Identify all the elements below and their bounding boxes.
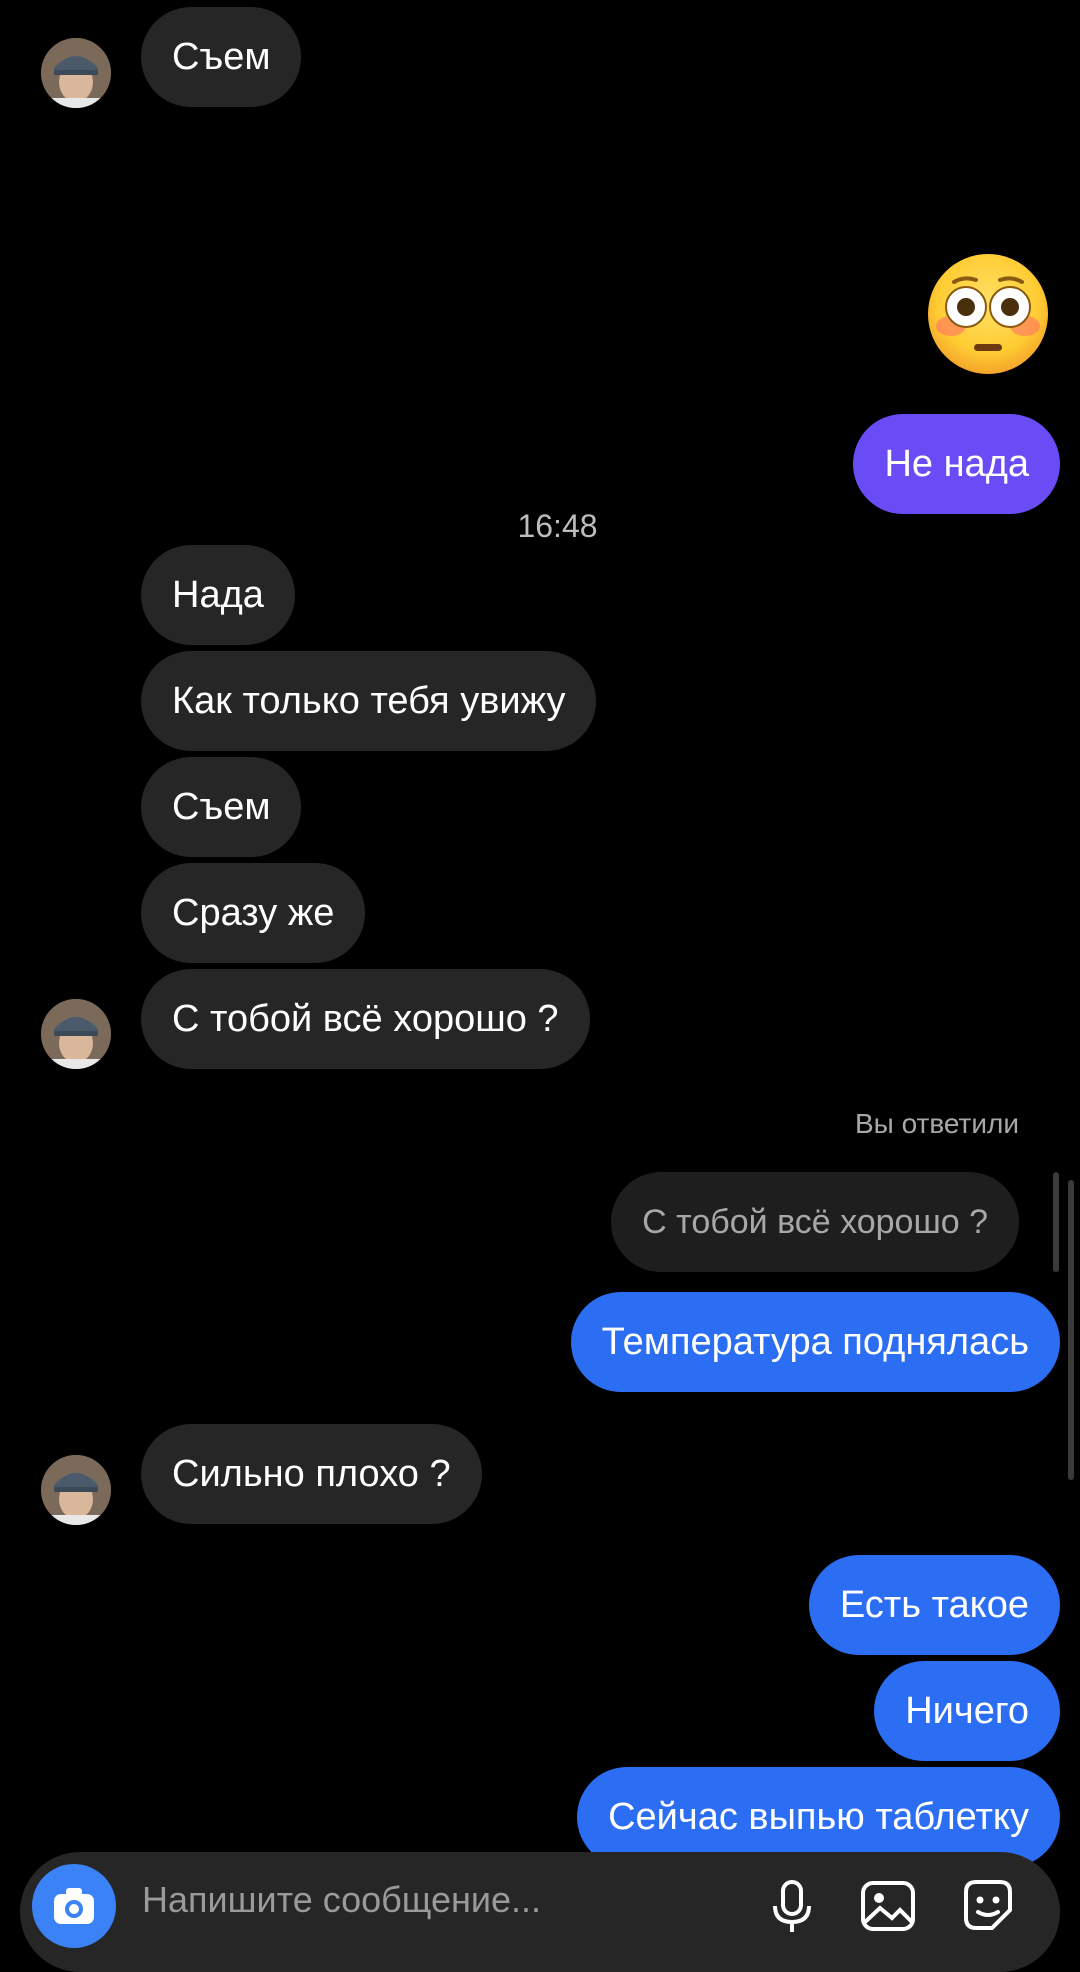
- message-composer[interactable]: Напишите сообщение...: [20, 1852, 1060, 1972]
- sticker-icon[interactable]: [958, 1876, 1018, 1936]
- avatar[interactable]: [41, 999, 111, 1069]
- message-text: Температура поднялась: [601, 1321, 1029, 1363]
- message-input[interactable]: Напишите сообщение...: [142, 1870, 541, 1930]
- camera-button[interactable]: [32, 1864, 116, 1948]
- message-text: Есть такое: [839, 1584, 1029, 1626]
- reply-indicator-bar: [1053, 1172, 1059, 1272]
- avatar[interactable]: [41, 38, 111, 108]
- timestamp: 16:48: [517, 508, 598, 544]
- message-bubble-incoming[interactable]: Как только тебя увижу: [141, 651, 597, 751]
- message-bubble-incoming[interactable]: С тобой всё хорошо ?: [141, 969, 590, 1069]
- message-text: Как только тебя увижу: [172, 680, 566, 722]
- message-text: Нада: [172, 574, 264, 616]
- message-bubble-outgoing[interactable]: Ничего: [874, 1661, 1060, 1761]
- message-bubble-incoming[interactable]: Нада: [141, 545, 295, 645]
- microphone-icon[interactable]: [762, 1876, 822, 1936]
- reply-quote-text: С тобой всё хорошо ?: [642, 1203, 988, 1241]
- message-bubble-incoming[interactable]: Съем: [141, 7, 302, 107]
- message-bubble-outgoing[interactable]: Есть такое: [808, 1555, 1060, 1655]
- message-text: Сейчас выпью таблетку: [608, 1796, 1029, 1838]
- scrollbar[interactable]: [1068, 1180, 1074, 1480]
- gallery-icon[interactable]: [858, 1876, 918, 1936]
- message-text: Сразу же: [172, 892, 335, 934]
- avatar[interactable]: [41, 1455, 111, 1525]
- message-text: Не нада: [884, 443, 1029, 485]
- message-text: Ничего: [905, 1690, 1029, 1732]
- message-text: Съем: [172, 786, 271, 828]
- reply-quote[interactable]: С тобой всё хорошо ?: [611, 1172, 1019, 1272]
- message-bubble-outgoing[interactable]: Температура поднялась: [570, 1292, 1060, 1392]
- message-bubble-incoming[interactable]: Сразу же: [141, 863, 366, 963]
- message-bubble-incoming[interactable]: Сильно плохо ?: [141, 1424, 482, 1524]
- message-bubble-outgoing[interactable]: Не нада: [853, 414, 1060, 514]
- message-text: Съем: [172, 36, 271, 78]
- flushed-face-emoji-icon[interactable]: [926, 252, 1050, 376]
- message-text: Сильно плохо ?: [172, 1453, 451, 1495]
- message-bubble-incoming[interactable]: Съем: [141, 757, 302, 857]
- camera-icon: [54, 1888, 94, 1924]
- message-text: С тобой всё хорошо ?: [172, 998, 559, 1040]
- reply-label: Вы ответили: [854, 1108, 1019, 1139]
